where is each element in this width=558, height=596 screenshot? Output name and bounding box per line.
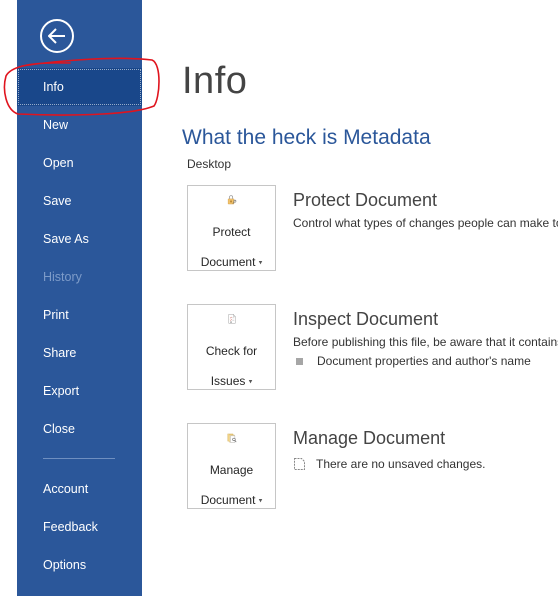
page-title: Info [182, 60, 248, 102]
nav-save-as[interactable]: Save As [17, 220, 142, 258]
document-location[interactable]: Desktop [187, 157, 231, 171]
inspect-document-bullet: Document properties and author's name [296, 354, 531, 368]
nav-options[interactable]: Options [17, 546, 142, 584]
nav-share[interactable]: Share [17, 334, 142, 372]
nav-account[interactable]: Account [17, 470, 142, 508]
manage-document-heading: Manage Document [293, 428, 446, 448]
protect-document-button[interactable]: Protect Document ▾ [187, 185, 276, 271]
nav-history: History [43, 270, 82, 284]
nav-save[interactable]: Save [17, 182, 142, 220]
check-for-issues-label: Check for Issues ▾ [205, 343, 258, 388]
main-panel: Info What the heck is Metadata Desktop P… [142, 0, 558, 596]
manage-document-button[interactable]: Manage Document ▾ [187, 423, 276, 509]
backstage-sidebar: Info New Open Save Save As History Print… [17, 0, 142, 596]
protect-document-label: Protect Document ▾ [200, 224, 263, 269]
inspect-document-desc: Before publishing this file, be aware th… [293, 335, 558, 349]
nav-separator [43, 458, 115, 459]
protect-document-heading: Protect Document [293, 190, 438, 210]
protect-document-desc: Control what types of changes people can… [293, 216, 558, 230]
inspect-document-heading: Inspect Document [293, 309, 439, 329]
manage-document-icon [227, 433, 236, 443]
nav-open[interactable]: Open [17, 144, 142, 182]
manage-document-note: There are no unsaved changes. [293, 457, 485, 471]
document-small-icon [294, 458, 305, 470]
document-title: What the heck is Metadata [182, 126, 431, 149]
bullet-text: Document properties and author's name [317, 354, 531, 368]
back-button[interactable] [40, 19, 74, 53]
nav-print[interactable]: Print [17, 296, 142, 334]
manage-document-label: Manage Document ▾ [200, 462, 263, 507]
back-arrow-icon [48, 28, 65, 44]
bullet-square-icon [296, 357, 303, 365]
nav-export[interactable]: Export [17, 372, 142, 410]
inspect-document-icon [228, 314, 235, 324]
nav-new[interactable]: New [17, 106, 142, 144]
backstage-view: Info New Open Save Save As History Print… [0, 0, 558, 596]
nav-info[interactable]: Info [17, 68, 142, 106]
check-for-issues-button[interactable]: Check for Issues ▾ [187, 304, 276, 390]
unsaved-changes-text: There are no unsaved changes. [316, 457, 486, 471]
lock-key-icon [227, 195, 236, 205]
nav-feedback[interactable]: Feedback [17, 508, 142, 546]
nav-close[interactable]: Close [17, 410, 142, 448]
